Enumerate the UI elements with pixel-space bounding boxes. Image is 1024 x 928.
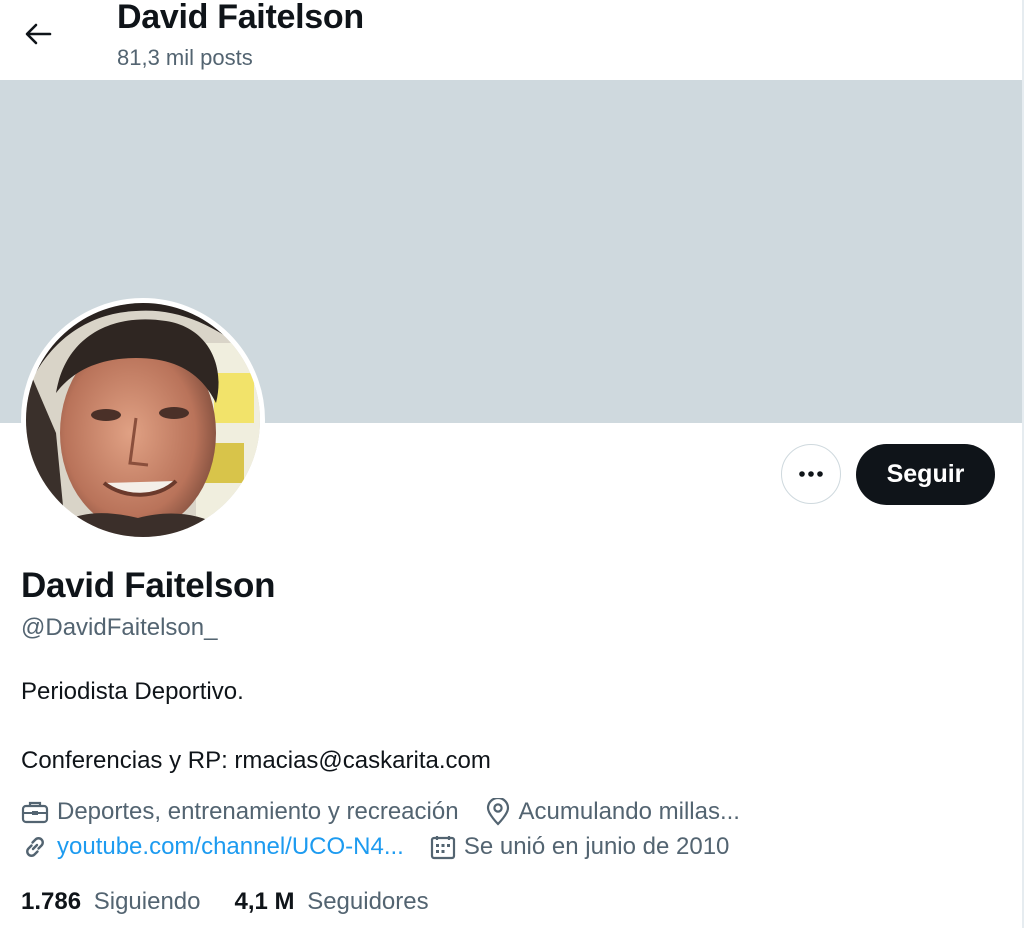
profile-category: Deportes, entrenamiento y recreación	[21, 798, 459, 826]
followers-count: 4,1 M	[234, 888, 295, 915]
profile-location: Acumulando millas...	[485, 798, 740, 826]
avatar-photo	[26, 303, 260, 537]
briefcase-icon	[21, 801, 49, 824]
back-button[interactable]	[14, 12, 62, 56]
profile-handle: @DavidFaitelson_	[21, 614, 218, 641]
bio-line-2: Conferencias y RP: rmacias@caskarita.com	[21, 747, 491, 774]
avatar[interactable]	[21, 298, 265, 542]
location-pin-icon	[486, 798, 509, 826]
profile-joined: Se unió en junio de 2010	[430, 833, 730, 861]
more-options-button[interactable]	[781, 444, 841, 504]
profile-name: David Faitelson	[21, 566, 276, 605]
followers-label: Seguidores	[307, 888, 429, 915]
following-count: 1.786	[21, 888, 82, 915]
profile-meta-row-2: youtube.com/channel/UCO-N4... Se unió en…	[21, 833, 755, 861]
post-count: 81,3 mil posts	[117, 45, 253, 70]
profile-meta-row-1: Deportes, entrenamiento y recreación Acu…	[21, 798, 766, 826]
follow-button[interactable]: Seguir	[856, 444, 995, 505]
header-title: David Faitelson	[117, 0, 364, 36]
category-text: Deportes, entrenamiento y recreación	[57, 798, 459, 825]
arrow-left-icon	[25, 23, 52, 45]
joined-text: Se unió en junio de 2010	[463, 833, 730, 860]
calendar-icon	[430, 836, 455, 860]
website-link[interactable]: youtube.com/channel/UCO-N4...	[57, 833, 404, 861]
top-bar: David Faitelson 81,3 mil posts	[0, 0, 1024, 80]
following-label: Siguiendo	[93, 888, 201, 915]
followers-stat[interactable]: 4,1 M Seguidores	[235, 888, 429, 916]
link-icon	[26, 837, 44, 857]
more-dots-icon	[799, 471, 823, 477]
bio-line-1: Periodista Deportivo.	[21, 678, 244, 705]
following-stat[interactable]: 1.786 Siguiendo	[21, 888, 201, 916]
profile-website[interactable]: youtube.com/channel/UCO-N4...	[21, 833, 404, 861]
profile-stats: 1.786 Siguiendo 4,1 M Seguidores	[21, 888, 463, 916]
location-text: Acumulando millas...	[518, 798, 740, 825]
